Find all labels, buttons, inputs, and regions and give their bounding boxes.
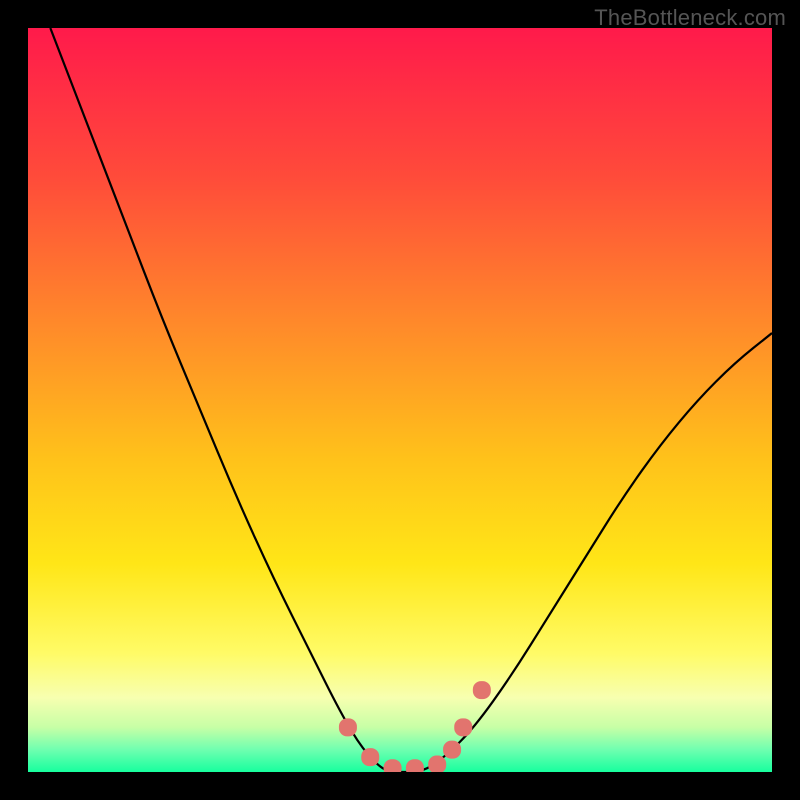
marker-dot (454, 718, 472, 736)
chart-svg (28, 28, 772, 772)
plot-area (28, 28, 772, 772)
marker-dot (428, 756, 446, 772)
marker-dot (473, 681, 491, 699)
gradient-background (28, 28, 772, 772)
marker-dot (361, 748, 379, 766)
marker-dot (339, 718, 357, 736)
chart-frame: TheBottleneck.com (0, 0, 800, 800)
marker-dot (443, 741, 461, 759)
